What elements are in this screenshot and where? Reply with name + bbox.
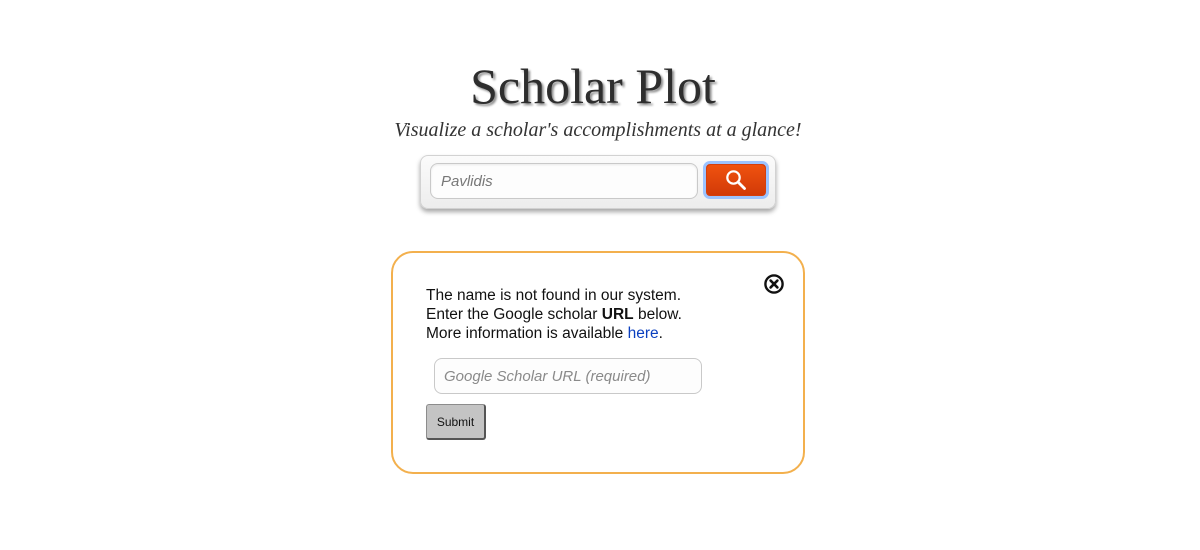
message-line-1: The name is not found in our system.	[426, 287, 682, 304]
search-button-face	[707, 165, 765, 195]
scholar-url-input[interactable]	[434, 358, 702, 394]
submit-button[interactable]: Submit	[426, 404, 486, 440]
close-icon	[764, 274, 784, 294]
search-icon	[726, 170, 746, 190]
message-line-3: More information is available here.	[426, 324, 682, 343]
page-title: Scholar Plot	[470, 58, 716, 114]
message-line-3-suffix: .	[658, 325, 663, 342]
more-info-link[interactable]: here	[628, 325, 659, 342]
message-line-3-prefix: More information is available	[426, 325, 628, 342]
message-line-2: Enter the Google scholar URL below.	[426, 305, 682, 324]
message-line-2-bold: URL	[601, 306, 634, 323]
search-button[interactable]	[703, 161, 769, 199]
page-subtitle: Visualize a scholar's accomplishments at…	[394, 119, 802, 141]
search-bar	[420, 155, 776, 209]
search-input[interactable]	[430, 163, 698, 199]
name-not-found-dialog: The name is not found in our system. Ent…	[391, 251, 805, 474]
close-button[interactable]	[763, 273, 785, 295]
dialog-message: The name is not found in our system. Ent…	[426, 286, 682, 343]
message-line-2-suffix: below.	[633, 306, 682, 323]
message-line-2-prefix: Enter the Google scholar	[426, 306, 602, 323]
